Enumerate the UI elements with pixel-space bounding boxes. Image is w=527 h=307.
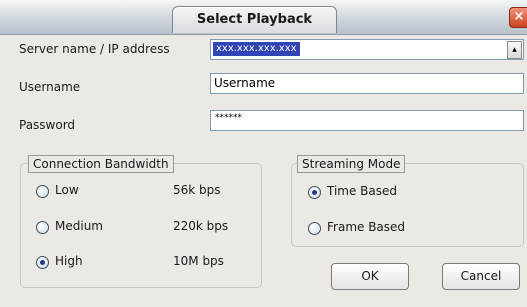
dialog-title: Select Playback Server: [172, 6, 337, 53]
close-icon: ×: [513, 9, 525, 24]
streaming-mode-group: [291, 163, 524, 247]
connection-bandwidth-title: Connection Bandwidth: [28, 155, 174, 173]
spin-arrows-icon: ▴: [512, 45, 517, 55]
frame-based-label: Frame Based: [327, 220, 406, 234]
radio-frame-based[interactable]: [308, 222, 321, 235]
radio-time-based[interactable]: [308, 186, 321, 199]
cancel-button[interactable]: Cancel: [442, 263, 520, 290]
radio-selected-dot: [40, 260, 45, 265]
medium-rate: 220k bps: [173, 219, 229, 233]
high-label: High: [55, 254, 83, 268]
server-label: Server name / IP address: [19, 42, 170, 56]
title-bar: Select Playback Server ×: [0, 0, 527, 53]
username-label: Username: [19, 80, 81, 94]
radio-low[interactable]: [36, 185, 49, 198]
password-label: Password: [19, 118, 76, 132]
time-based-label: Time Based: [327, 184, 398, 198]
radio-medium[interactable]: [36, 221, 49, 234]
close-button[interactable]: ×: [509, 7, 527, 28]
low-rate: 56k bps: [173, 183, 221, 197]
password-input[interactable]: ******: [210, 110, 524, 131]
radio-selected-dot: [312, 190, 317, 195]
ok-button[interactable]: OK: [331, 263, 409, 290]
server-combobox[interactable]: xxx.xxx.xxx.xxx ▴: [210, 39, 524, 60]
dialog-window: Select Playback Server × Server name / I…: [0, 0, 527, 307]
username-input[interactable]: Username: [210, 73, 524, 94]
high-rate: 10M bps: [173, 254, 224, 268]
streaming-mode-title: Streaming Mode: [297, 155, 406, 173]
dropdown-button[interactable]: ▴: [507, 41, 522, 59]
medium-label: Medium: [55, 219, 103, 233]
radio-high[interactable]: [36, 256, 49, 269]
low-label: Low: [55, 183, 79, 197]
server-value: xxx.xxx.xxx.xxx: [213, 42, 300, 56]
